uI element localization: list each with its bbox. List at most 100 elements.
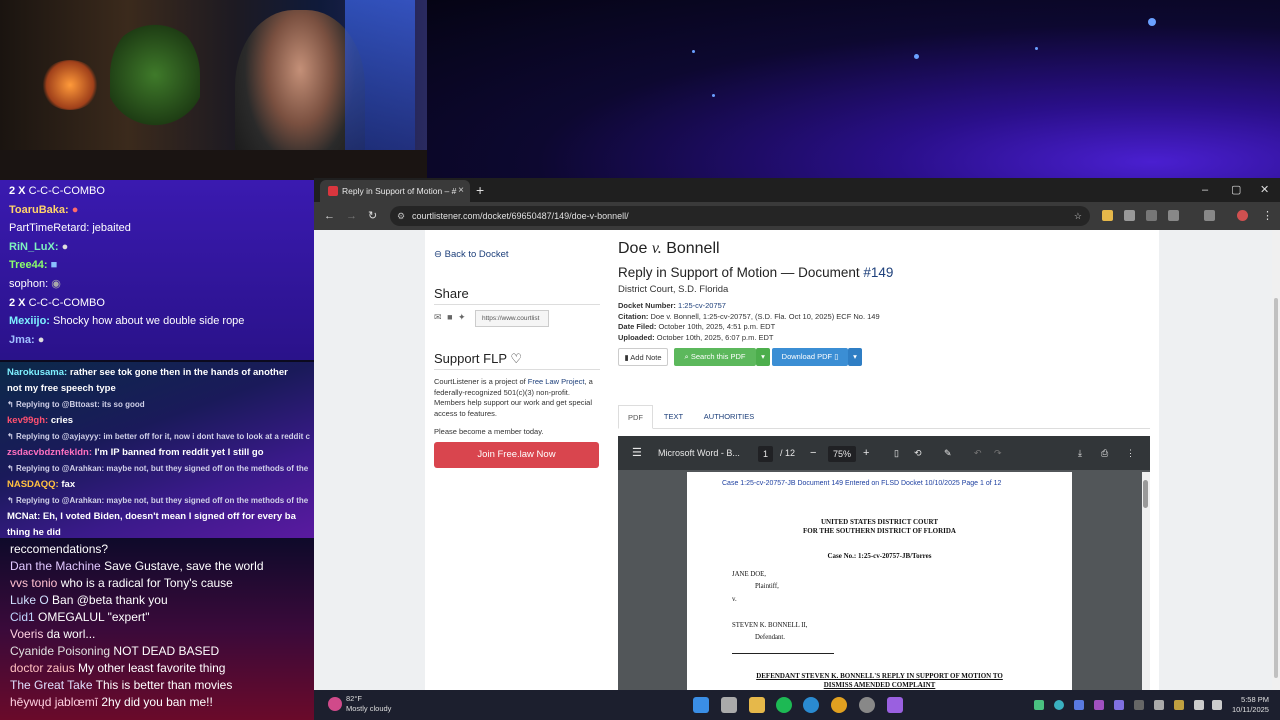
task-view-icon[interactable] (721, 697, 737, 713)
windows-start-icon[interactable] (693, 697, 709, 713)
chat-message: Cyanide Poisoning NOT DEAD BASED (10, 644, 220, 658)
chat-reply: ↰ Replying to @Arahkan: maybe not, but t… (7, 464, 309, 473)
email-icon[interactable]: ✉ (434, 312, 442, 322)
close-window-button[interactable]: ✕ (1260, 180, 1269, 200)
trash-icon[interactable] (1124, 210, 1135, 221)
page-number-input[interactable]: 1 (758, 446, 774, 462)
add-note-button[interactable]: ▮ Add Note (618, 348, 668, 366)
file-icon: ▯ (834, 352, 839, 361)
maximize-button[interactable]: ▢ (1231, 180, 1241, 200)
tray-icon[interactable] (1114, 700, 1124, 710)
chat-message: Dan the Machine Save Gustave, save the w… (10, 559, 264, 573)
app-icon[interactable] (887, 697, 903, 713)
download-pdf-button[interactable]: Download PDF ▯ (772, 348, 848, 366)
pdf-page: Case 1:25-cv-20757-JB Document 149 Enter… (687, 472, 1072, 690)
zoom-in-icon[interactable]: + (863, 436, 869, 470)
court-heading-line1: UNITED STATES DISTRICT COURT (820, 518, 939, 526)
chat-message: MCNat: Eh, I voted Biden, doesn't mean I… (7, 511, 296, 522)
bookmark-star-icon[interactable]: ☆ (1074, 206, 1082, 226)
case-number: Case No.: 1:25-cv-20757-JB/Torres (827, 552, 932, 560)
document-tabs: PDF TEXT AUTHORITIES (618, 405, 1150, 429)
hamburger-menu-icon[interactable]: ☰ (632, 436, 642, 470)
zoom-input[interactable]: 75% (828, 446, 857, 462)
pdf-viewer: ☰ Microsoft Word - B... 1 / 12 − 75% + ▯… (618, 436, 1150, 690)
share-url-field[interactable]: https://www.courtlist (475, 310, 549, 327)
annotate-icon[interactable]: ✎ (944, 436, 952, 470)
weather-widget[interactable]: 82°F Mostly cloudy (346, 694, 391, 714)
chat-message: ToaruBaka: ● (9, 203, 79, 216)
folder-icon[interactable] (1102, 210, 1113, 221)
rotate-icon[interactable]: ⟲ (914, 436, 922, 470)
tray-icon[interactable] (1154, 700, 1164, 710)
fit-page-icon[interactable]: ▯ (894, 436, 899, 470)
pdf-toolbar: ☰ Microsoft Word - B... 1 / 12 − 75% + ▯… (618, 436, 1150, 470)
search-pdf-button[interactable]: ⌕ Search this PDF (674, 348, 756, 366)
undo-icon[interactable]: ↶ (974, 436, 982, 470)
back-arrow-icon[interactable]: ← (324, 208, 335, 224)
puzzle-icon[interactable] (1168, 210, 1179, 221)
more-options-icon[interactable]: ⋮ (1126, 436, 1135, 470)
support-heading: Support FLP ♡ (434, 351, 523, 366)
docket-number-link[interactable]: 1:25-cv-20757 (678, 301, 726, 310)
tray-icon[interactable] (1034, 700, 1044, 710)
avatar[interactable] (1237, 210, 1248, 221)
zoom-out-icon[interactable]: − (810, 436, 816, 470)
extension-icon[interactable] (1146, 210, 1157, 221)
tab-authorities[interactable]: AUTHORITIES (696, 405, 762, 429)
chat-message: NASDAQQ: fax (7, 479, 76, 490)
download-pdf-dropdown[interactable]: ▾ (848, 348, 862, 366)
redo-icon[interactable]: ↷ (994, 436, 1002, 470)
bluesky-icon[interactable]: ✦ (458, 312, 466, 322)
download-icon[interactable]: ⤓ (1078, 436, 1082, 470)
caret-down-icon: ▾ (761, 352, 765, 361)
clock[interactable]: 5:58 PM 10/11/2025 (1232, 695, 1269, 715)
forward-arrow-icon[interactable]: → (346, 208, 357, 224)
print-icon[interactable]: ⎙ (1101, 436, 1108, 470)
join-button[interactable]: Join Free.law Now (434, 442, 599, 468)
defendant-role: Defendant. (755, 634, 786, 641)
pdf-scroll-thumb[interactable] (1143, 480, 1148, 508)
document-number-link[interactable]: #149 (863, 265, 893, 280)
edge-icon[interactable] (803, 697, 819, 713)
chat-message: thing he did (7, 527, 61, 538)
chat-message: not my free speech type (7, 383, 116, 394)
tray-icon[interactable] (1054, 700, 1064, 710)
page-scrollbar[interactable] (1272, 230, 1280, 690)
chat-panel-top: 2 X C-C-C-COMBO ToaruBaka: ● PartTimeRet… (0, 180, 314, 360)
menu-dots-icon[interactable]: ⋮ (1262, 208, 1273, 224)
facebook-icon[interactable]: ■ (447, 312, 452, 322)
sidebar-icon[interactable] (1204, 210, 1215, 221)
chrome-icon[interactable] (831, 697, 847, 713)
caret-down-icon: ▾ (853, 352, 857, 361)
spotify-icon[interactable] (776, 697, 792, 713)
wifi-icon[interactable] (1194, 700, 1204, 710)
chat-reply: ↰ Replying to @Arahkan: maybe not, but t… (7, 496, 309, 505)
tab-text[interactable]: TEXT (656, 405, 691, 429)
tray-icon[interactable] (1094, 700, 1104, 710)
site-info-icon[interactable]: ⚙ (397, 206, 405, 226)
new-tab-button[interactable]: + (476, 180, 484, 200)
minimize-button[interactable]: – (1202, 180, 1208, 200)
pdf-scrollbar[interactable] (1142, 472, 1150, 690)
tray-icon[interactable] (1074, 700, 1084, 710)
volume-icon[interactable] (1212, 700, 1222, 710)
weather-icon[interactable] (328, 697, 342, 711)
obs-icon[interactable] (859, 697, 875, 713)
browser-tab[interactable]: Reply in Support of Motion – # × (320, 180, 470, 202)
file-explorer-icon[interactable] (749, 697, 765, 713)
page-scroll-thumb[interactable] (1274, 298, 1278, 678)
date: 10/11/2025 (1232, 705, 1269, 714)
tab-pdf[interactable]: PDF (618, 405, 653, 429)
reload-icon[interactable]: ↻ (368, 208, 377, 224)
tray-icon[interactable] (1134, 700, 1144, 710)
free-law-project-link[interactable]: Free Law Project (528, 377, 585, 386)
search-pdf-dropdown[interactable]: ▾ (756, 348, 770, 366)
tray-icon[interactable] (1174, 700, 1184, 710)
address-bar[interactable]: ⚙ courtlistener.com/docket/69650487/149/… (390, 206, 1090, 226)
chat-message: 2 X C-C-C-COMBO (9, 185, 105, 197)
back-to-docket-link[interactable]: ⊖ Back to Docket (434, 249, 509, 260)
chat-message: 2 X C-C-C-COMBO (9, 296, 105, 309)
close-tab-icon[interactable]: × (458, 180, 464, 202)
case-title: Doe v. Bonnell (618, 240, 720, 257)
share-icons: ✉ ■ ✦ (434, 312, 466, 323)
